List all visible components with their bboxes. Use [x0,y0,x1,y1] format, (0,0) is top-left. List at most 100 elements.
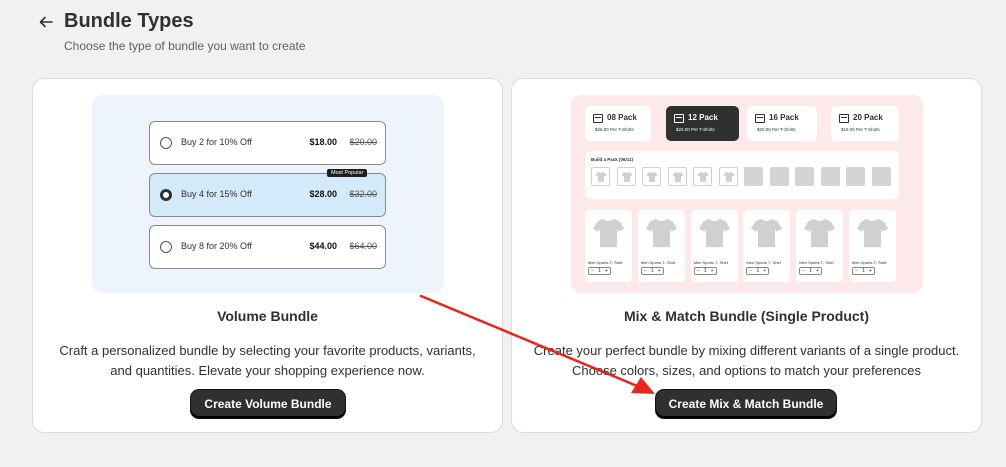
pack-option-16: 16 Pack $20.00 Per T-Shirts [747,106,817,141]
quantity-stepper: −1 + [640,267,664,275]
option-price: $44.00 [309,241,337,251]
pack-option-20: 20 Pack $18.00 Per T-Shirts [831,106,899,141]
quantity-value: 1 [703,267,707,274]
pack-slot-empty [795,167,814,186]
pack-price-per-item: $20.00 Per T-Shirts [757,127,796,132]
product-name: Men Sports T- Shirt [588,260,623,265]
tshirt-icon [645,218,677,248]
pack-slot-empty [871,167,891,186]
create-volume-bundle-button[interactable]: Create Volume Bundle [191,390,345,418]
pack-slot-filled [642,167,661,186]
tshirt-icon [592,218,625,248]
volume-bundle-preview: Buy 2 for 10% Off $18.00 $20.00 Most Pop… [92,95,444,293]
most-popular-badge: Most Popular [327,169,368,177]
tshirt-icon [751,218,783,248]
pack-name: 12 Pack [688,113,718,122]
product-tile: Men Sports T- Shirt −1 + [690,210,738,282]
plus-icon: + [816,267,820,274]
option-price: $28.00 [309,189,337,199]
volume-option-2: Most Popular Buy 4 for 15% Off $28.00 $3… [149,169,386,217]
pack-slot-filled [693,167,712,186]
minus-icon: − [855,267,858,274]
quantity-stepper: −1 + [799,267,823,275]
box-icon [593,114,603,123]
option-label: Buy 8 for 20% Off [181,241,252,251]
option-compare-price: $32.00 [349,189,377,199]
volume-bundle-title: Volume Bundle [217,308,318,324]
minus-icon: − [696,267,700,274]
volume-option-3: Buy 8 for 20% Off $44.00 $64.00 [149,225,386,269]
page-title: Bundle Types [64,10,194,32]
tshirt-icon [646,172,658,182]
minus-icon: − [591,267,594,274]
product-tile: Men Sports T- Shirt −1 + [585,210,632,282]
plus-icon: + [763,267,767,274]
pack-slot-filled [718,167,738,186]
option-compare-price: $64.00 [349,241,377,251]
volume-bundle-card: Buy 2 for 10% Off $18.00 $20.00 Most Pop… [32,78,503,433]
pack-price-per-item: $26.00 Per T-Shirts [595,127,634,132]
plus-icon: + [869,267,872,274]
product-name: Men Sports T- Shirt [852,260,887,265]
mix-match-bundle-card: 08 Pack $26.00 Per T-Shirts 12 Pack $22.… [511,78,982,433]
pack-slot-empty [820,167,840,186]
quantity-value: 1 [862,267,865,274]
minus-icon: − [643,267,647,274]
product-name: Men Sports T- Shirt [799,260,834,265]
build-pack-label: Build a Pack (06/11) [591,157,634,162]
create-mix-match-bundle-button[interactable]: Create Mix & Match Bundle [656,390,836,418]
mix-match-bundle-description: Create your perfect bundle by mixing dif… [533,343,960,378]
product-tile: Men Sports T- Shirt −1 + [637,210,685,282]
quantity-value: 1 [809,267,813,274]
option-label: Buy 2 for 10% Off [181,137,252,147]
minus-icon: − [749,267,753,274]
quantity-value: 1 [756,267,760,274]
minus-icon: − [802,267,806,274]
arrow-left-icon[interactable] [38,14,54,30]
mix-match-bundle-title: Mix & Match Bundle (Single Product) [623,308,869,324]
pack-slot-filled [591,167,610,186]
tshirt-icon [672,172,683,182]
pack-price-per-item: $22.00 Per T-Shirts [676,127,715,132]
radio-icon [160,241,172,253]
quantity-value: 1 [598,267,601,274]
plus-icon: + [710,267,714,274]
box-icon [839,114,849,123]
product-tile: Men Sports T- Shirt −1 + [796,210,844,282]
pack-option-08: 08 Pack $26.00 Per T-Shirts [585,106,651,141]
radio-selected-icon [160,189,172,201]
quantity-value: 1 [650,267,654,274]
tshirt-icon [697,172,709,182]
option-label: Buy 4 for 15% Off [181,189,252,199]
pack-slot-empty [744,167,763,186]
pack-name: 16 Pack [769,113,799,122]
pack-option-12: 12 Pack $22.00 Per T-Shirts [666,106,739,141]
quantity-stepper: −1 + [746,267,770,275]
pack-slot-empty [846,167,865,186]
volume-bundle-description: Craft a personalized bundle by selecting… [59,343,476,378]
box-icon [674,114,684,123]
build-pack-panel: Build a Pack (06/11) [585,151,899,199]
mix-match-preview: 08 Pack $26.00 Per T-Shirts 12 Pack $22.… [571,95,923,293]
plus-icon: + [657,267,661,274]
box-icon [755,114,765,123]
tshirt-icon [621,172,632,182]
tshirt-icon [723,172,734,182]
pack-name: 20 Pack [853,113,883,122]
tshirt-icon [804,218,836,248]
product-tile: Men Sports T- Shirt −1 + [743,210,791,282]
product-name: Men Sports T- Shirt [746,260,781,265]
pack-slot-empty [769,167,789,186]
radio-icon [160,137,172,149]
option-compare-price: $20.00 [349,137,377,147]
tshirt-icon [595,172,607,182]
product-tile: Men Sports T- Shirt −1 + [849,210,896,282]
pack-slot-filled [667,167,687,186]
pack-price-per-item: $18.00 Per T-Shirts [841,127,880,132]
plus-icon: + [605,267,608,274]
tshirt-icon [698,218,730,248]
volume-option-1: Buy 2 for 10% Off $18.00 $20.00 [149,121,386,165]
pack-slot-filled [616,167,636,186]
product-name: Men Sports T- Shirt [693,260,728,265]
tshirt-icon [856,218,889,248]
